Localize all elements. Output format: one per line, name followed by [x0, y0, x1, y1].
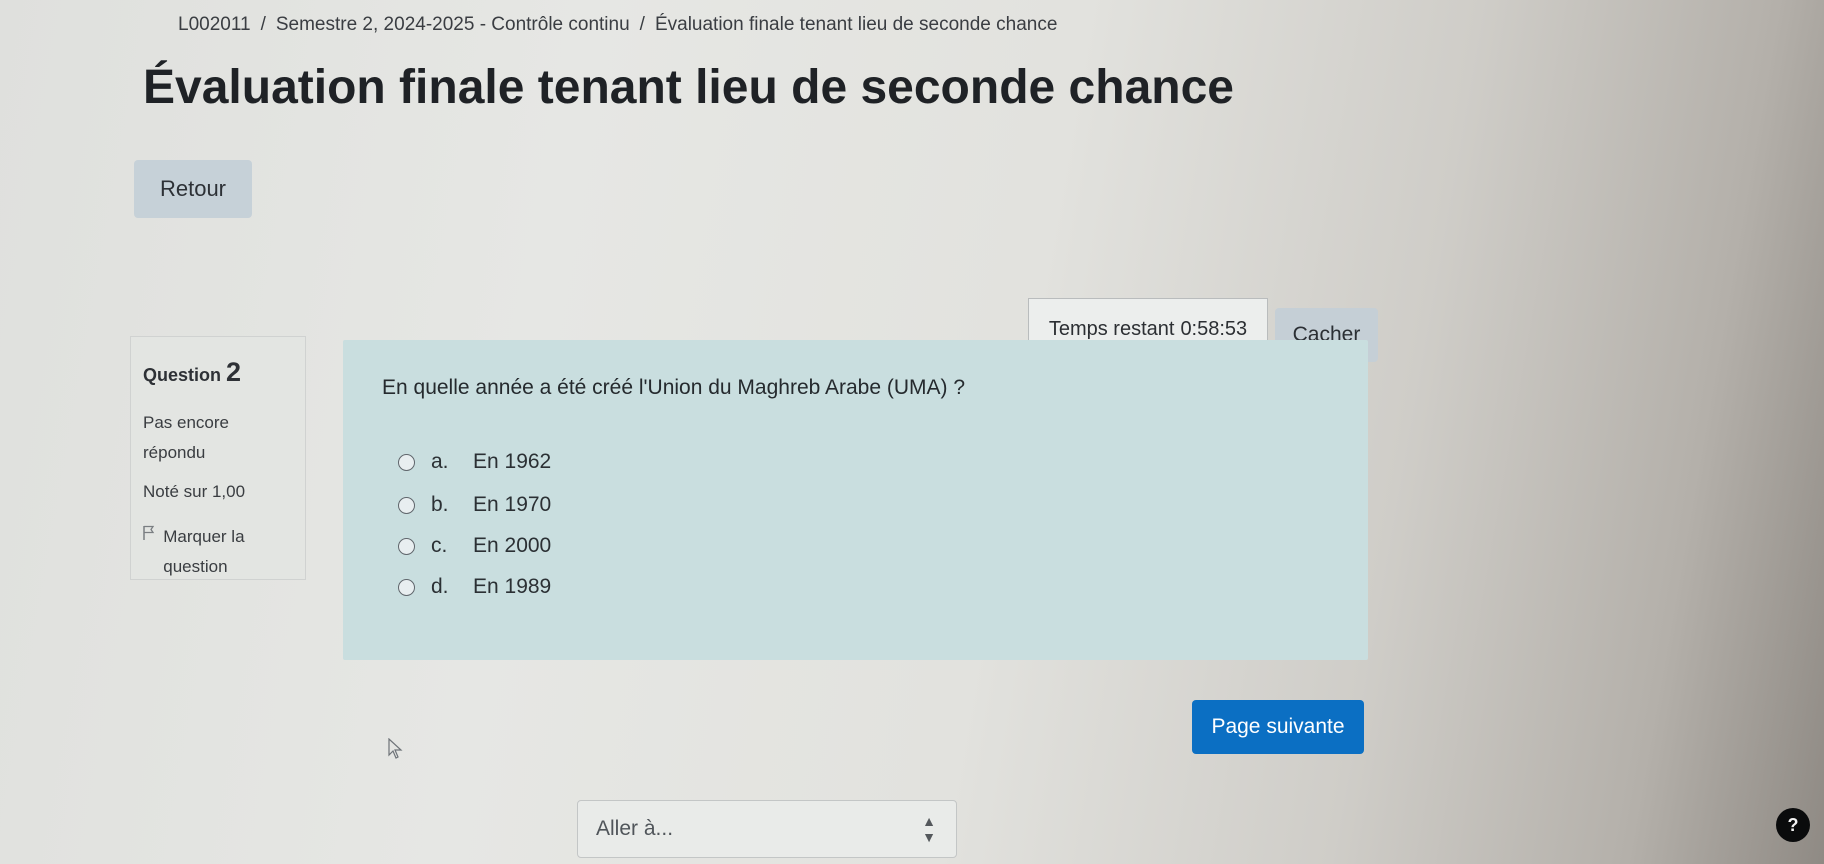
- answer-text[interactable]: En 1989: [473, 575, 551, 599]
- answer-option-b[interactable]: b. En 1970: [398, 493, 551, 517]
- answer-letter: b.: [431, 493, 449, 516]
- flag-icon[interactable]: [143, 522, 155, 582]
- breadcrumb-separator: /: [260, 14, 266, 35]
- breadcrumb-item-quiz[interactable]: Évaluation finale tenant lieu de seconde…: [655, 14, 1057, 35]
- timer-label: Temps restant: [1048, 317, 1175, 340]
- question-content-panel: En quelle année a été créé l'Union du Ma…: [343, 340, 1368, 660]
- breadcrumb: L002011 / Semestre 2, 2024-2025 - Contrôle…: [178, 14, 1057, 36]
- breadcrumb-separator: /: [639, 14, 645, 35]
- question-number: Question 2: [143, 357, 295, 388]
- answer-option-d[interactable]: d. En 1989: [398, 575, 551, 599]
- answer-text[interactable]: En 2000: [473, 534, 551, 558]
- question-grade: Noté sur 1,00: [143, 482, 246, 501]
- question-state: Pas encore répondu: [143, 413, 229, 462]
- flag-question-label[interactable]: Marquer la question: [163, 522, 295, 582]
- radio-button[interactable]: [398, 537, 415, 555]
- jump-to-selected-value[interactable]: Aller à...: [596, 817, 922, 841]
- help-icon[interactable]: ?: [1776, 808, 1810, 842]
- flag-question-link[interactable]: Marquer la question: [143, 522, 295, 582]
- question-number-value: 2: [226, 357, 242, 387]
- question-label: Question: [143, 365, 222, 385]
- back-button[interactable]: Retour: [134, 160, 252, 218]
- next-page-button[interactable]: Page suivante: [1192, 700, 1364, 754]
- radio-button[interactable]: [398, 496, 415, 514]
- timer-value: 0:58:53: [1180, 317, 1248, 340]
- answer-text[interactable]: En 1970: [473, 493, 551, 517]
- breadcrumb-item-section[interactable]: Semestre 2, 2024-2025 - Contrôle continu: [276, 14, 630, 35]
- answer-option-c[interactable]: c. En 2000: [398, 534, 551, 558]
- breadcrumb-item-course[interactable]: L002011: [178, 14, 251, 35]
- answer-letter: d.: [431, 575, 449, 598]
- answer-text[interactable]: En 1962: [473, 450, 551, 474]
- select-arrows-icon: ▲ ▼: [922, 813, 936, 845]
- radio-button[interactable]: [398, 578, 415, 596]
- answer-option-a[interactable]: a. En 1962: [398, 450, 551, 474]
- jump-to-select[interactable]: Aller à... ▲ ▼: [577, 800, 957, 858]
- radio-button[interactable]: [398, 453, 415, 471]
- question-info-panel: Question 2 Pas encore répondu Noté sur 1…: [130, 336, 306, 580]
- mouse-cursor-icon: [388, 737, 404, 766]
- answer-letter: c.: [431, 534, 448, 557]
- answer-letter: a.: [431, 450, 449, 473]
- page-title: Évaluation finale tenant lieu de seconde…: [143, 61, 1234, 114]
- question-text: En quelle année a été créé l'Union du Ma…: [382, 376, 966, 399]
